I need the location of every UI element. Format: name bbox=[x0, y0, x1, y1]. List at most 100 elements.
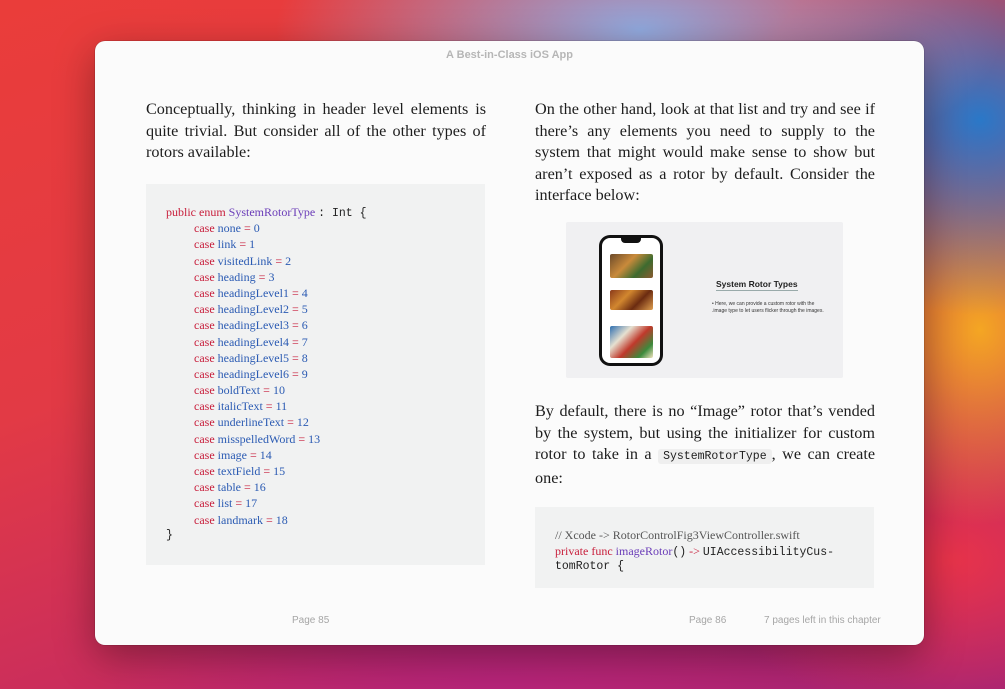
keyword-case: case bbox=[194, 237, 215, 252]
case-name: italicText bbox=[217, 399, 263, 414]
case-value: 11 bbox=[275, 399, 288, 414]
enum-case-line: case textField = 15 bbox=[166, 463, 485, 479]
case-value: 12 bbox=[296, 415, 309, 430]
keyword-case: case bbox=[194, 269, 215, 284]
pages-left-in-chapter: 7 pages left in this chapter bbox=[764, 615, 881, 626]
equals-operator: = bbox=[291, 318, 299, 333]
case-value: 2 bbox=[285, 253, 292, 268]
case-value: 18 bbox=[275, 512, 288, 527]
equals-operator: = bbox=[263, 464, 271, 478]
enum-case-line: case landmark = 18 bbox=[166, 512, 485, 528]
food-image-3 bbox=[610, 326, 653, 358]
left-page-text: Conceptually, thinking in header level e… bbox=[146, 99, 486, 164]
case-value: 7 bbox=[301, 334, 308, 349]
enum-case-line: case list = 17 bbox=[166, 495, 485, 511]
keyword-enum: enum bbox=[199, 205, 226, 219]
enum-case-line: case misspelledWord = 13 bbox=[166, 431, 485, 447]
enum-case-line: case visitedLink = 2 bbox=[166, 253, 485, 269]
equals-operator: = bbox=[291, 334, 299, 349]
keyword-case: case bbox=[194, 447, 215, 462]
equals-operator: = bbox=[291, 350, 299, 365]
case-name: headingLevel1 bbox=[217, 285, 289, 300]
case-name: headingLevel4 bbox=[217, 334, 289, 349]
case-value: 0 bbox=[253, 221, 260, 236]
inline-code-systemrotortype: SystemRotorType bbox=[658, 449, 772, 465]
case-value: 3 bbox=[268, 269, 275, 284]
case-name: boldText bbox=[217, 383, 261, 398]
enum-type-name: SystemRotorType bbox=[228, 205, 316, 219]
case-value: 16 bbox=[253, 480, 266, 495]
keyword-case: case bbox=[194, 399, 215, 414]
enum-case-line: case boldText = 10 bbox=[166, 382, 485, 398]
left-paragraph: Conceptually, thinking in header level e… bbox=[146, 100, 486, 162]
case-value: 6 bbox=[301, 318, 308, 333]
equals-operator: = bbox=[265, 512, 273, 527]
iphone-mockup bbox=[599, 235, 663, 366]
code-comment: // Xcode -> RotorControlFig3ViewControll… bbox=[555, 528, 800, 542]
keyword-case: case bbox=[194, 366, 215, 381]
keyword-case: case bbox=[194, 253, 215, 268]
figure-title: System Rotor Types bbox=[716, 279, 798, 291]
food-image-2 bbox=[610, 290, 653, 310]
enum-case-line: case none = 0 bbox=[166, 220, 485, 236]
keyword-case: case bbox=[194, 464, 215, 478]
case-value: 13 bbox=[308, 431, 321, 446]
func-declaration: private func imageRotor() -> UIAccessibi… bbox=[555, 543, 874, 559]
case-name: list bbox=[217, 496, 233, 511]
enum-case-line: case link = 1 bbox=[166, 236, 485, 252]
equals-operator: = bbox=[291, 366, 299, 381]
enum-case-line: case italicText = 11 bbox=[166, 398, 485, 414]
case-name: headingLevel3 bbox=[217, 318, 289, 333]
equals-operator: = bbox=[298, 431, 306, 446]
keyword-case: case bbox=[194, 302, 215, 317]
case-value: 15 bbox=[273, 464, 286, 478]
keyword-case: case bbox=[194, 221, 215, 236]
keyword-case: case bbox=[194, 383, 215, 398]
case-name: textField bbox=[217, 464, 261, 478]
case-value: 10 bbox=[272, 383, 285, 398]
case-name: headingLevel2 bbox=[217, 302, 289, 317]
enum-case-line: case heading = 3 bbox=[166, 269, 485, 285]
right-page-number: Page 86 bbox=[689, 615, 727, 626]
case-name: headingLevel6 bbox=[217, 366, 289, 381]
enum-case-line: case headingLevel6 = 9 bbox=[166, 366, 485, 382]
left-page-number: Page 85 bbox=[292, 615, 330, 626]
right-paragraph-1: On the other hand, look at that list and… bbox=[535, 100, 875, 205]
equals-operator: = bbox=[258, 269, 266, 284]
enum-declaration: public enum SystemRotorType : Int { bbox=[166, 204, 485, 220]
equals-operator: = bbox=[263, 383, 270, 398]
case-name: headingLevel5 bbox=[217, 350, 289, 365]
case-name: image bbox=[217, 447, 247, 462]
case-name: table bbox=[217, 480, 241, 495]
keyword-case: case bbox=[194, 415, 215, 430]
case-name: misspelledWord bbox=[217, 431, 296, 446]
figure-bullet: • Here, we can provide a custom rotor wi… bbox=[712, 301, 824, 314]
equals-operator: = bbox=[243, 480, 251, 495]
keyword-case: case bbox=[194, 496, 215, 511]
case-name: link bbox=[217, 237, 237, 252]
func-parens: () bbox=[672, 546, 687, 560]
case-name: underlineText bbox=[217, 415, 285, 430]
phone-notch bbox=[621, 238, 641, 243]
rotor-figure: System Rotor Types • Here, we can provid… bbox=[566, 222, 843, 378]
equals-operator: = bbox=[239, 237, 247, 252]
enum-closing-brace: } bbox=[166, 528, 173, 542]
case-name: heading bbox=[217, 269, 256, 284]
keyword-public: public bbox=[166, 205, 196, 219]
equals-operator: = bbox=[235, 496, 243, 511]
keyword-private: private bbox=[555, 544, 589, 559]
case-name: landmark bbox=[217, 512, 263, 527]
enum-case-line: case headingLevel2 = 5 bbox=[166, 301, 485, 317]
equals-operator: = bbox=[275, 253, 283, 268]
return-type-part2: tomRotor { bbox=[555, 560, 625, 574]
book-window: A Best-in-Class iOS App Conceptually, th… bbox=[95, 41, 924, 645]
case-name: none bbox=[217, 221, 241, 236]
case-value: 9 bbox=[301, 366, 308, 381]
enum-cases: case none = 0 case link = 1 case visitedLi… bbox=[166, 220, 485, 528]
keyword-case: case bbox=[194, 285, 215, 300]
keyword-case: case bbox=[194, 512, 215, 527]
equals-operator: = bbox=[291, 285, 299, 300]
case-value: 8 bbox=[301, 350, 308, 365]
phone-screen bbox=[602, 238, 660, 363]
func-name: imageRotor bbox=[615, 544, 673, 559]
